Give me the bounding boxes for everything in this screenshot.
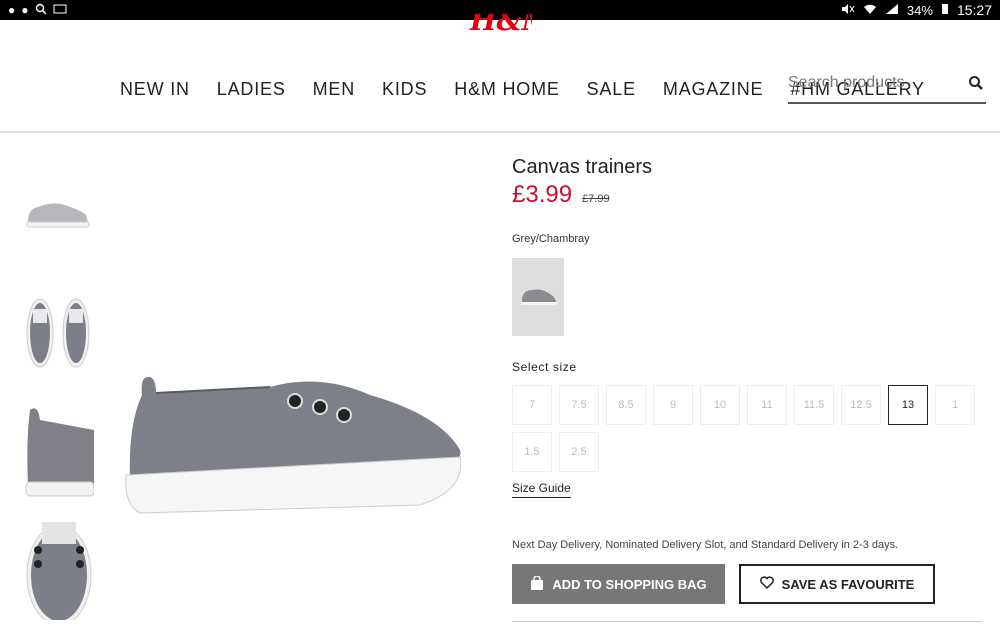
save-favourite-button[interactable]: SAVE AS FAVOURITE: [739, 564, 935, 604]
size-option[interactable]: 7.5: [559, 385, 599, 425]
shopping-bag-icon: [530, 574, 544, 593]
header-divider: [0, 131, 1000, 133]
mute-icon: [841, 3, 855, 17]
thumbnail-front-view[interactable]: [24, 520, 94, 620]
thumbnail-side-view[interactable]: [24, 195, 94, 231]
size-option[interactable]: 2.5: [559, 432, 599, 472]
size-guide-link[interactable]: Size Guide: [512, 481, 571, 498]
nav-item-hm-home[interactable]: H&M HOME: [454, 79, 559, 100]
sale-price: £3.99: [512, 181, 573, 208]
clock: 15:27: [956, 2, 992, 18]
search-icon[interactable]: [968, 75, 984, 91]
search-notification-icon: [35, 3, 47, 17]
nav-item-magazine[interactable]: MAGAZINE: [663, 79, 763, 100]
bottom-divider: [512, 621, 982, 622]
cast-icon: [53, 3, 67, 17]
size-option[interactable]: 10: [700, 385, 740, 425]
size-option-selected[interactable]: 13: [888, 385, 928, 425]
add-to-bag-label: ADD TO SHOPPING BAG: [552, 576, 707, 592]
size-option[interactable]: 8.5: [606, 385, 646, 425]
status-right-icons: 34% 15:27: [841, 2, 992, 18]
size-option[interactable]: 12.5: [841, 385, 881, 425]
save-favourite-label: SAVE AS FAVOURITE: [781, 576, 915, 592]
search-box: [788, 70, 986, 104]
size-option[interactable]: 7: [512, 385, 552, 425]
product-info: Canvas trainers £3.99 £7.99: [512, 156, 982, 209]
status-left-icons: ● ●: [8, 3, 67, 17]
nav-item-ladies[interactable]: LADIES: [217, 79, 286, 100]
brand-logo[interactable]: H&M: [468, 14, 532, 40]
wifi-icon: [863, 3, 877, 17]
size-option[interactable]: 11: [747, 385, 787, 425]
color-name: Grey/Chambray: [512, 233, 590, 245]
size-option[interactable]: 1: [935, 385, 975, 425]
battery-icon: [941, 3, 949, 17]
original-price: £7.99: [582, 193, 610, 205]
nav-item-new-in[interactable]: NEW IN: [120, 79, 190, 100]
brand-logo-text: H&M: [470, 14, 532, 37]
main-product-image[interactable]: [120, 365, 470, 520]
heart-icon: [759, 576, 774, 592]
search-input[interactable]: [788, 70, 958, 92]
notification-icon: ●: [8, 3, 16, 17]
price-row: £3.99 £7.99: [512, 181, 982, 209]
size-option[interactable]: 1.5: [512, 432, 552, 472]
add-to-bag-button[interactable]: ADD TO SHOPPING BAG: [512, 564, 725, 604]
size-option[interactable]: 9: [653, 385, 693, 425]
thumbnail-top-view[interactable]: [24, 295, 94, 370]
nav-item-men[interactable]: MEN: [313, 79, 355, 100]
battery-percentage: 34%: [906, 2, 933, 18]
color-swatch[interactable]: [512, 258, 564, 336]
thumbnail-back-view[interactable]: [24, 400, 94, 500]
notification-icon: ●: [21, 3, 29, 17]
signal-icon: [885, 3, 899, 17]
nav-item-kids[interactable]: KIDS: [382, 79, 427, 100]
select-size-label: Select size: [512, 360, 577, 374]
size-option[interactable]: 11.5: [794, 385, 834, 425]
delivery-info: Next Day Delivery, Nominated Delivery Sl…: [512, 539, 899, 551]
nav-item-sale[interactable]: SALE: [587, 79, 636, 100]
product-title: Canvas trainers: [512, 156, 653, 178]
